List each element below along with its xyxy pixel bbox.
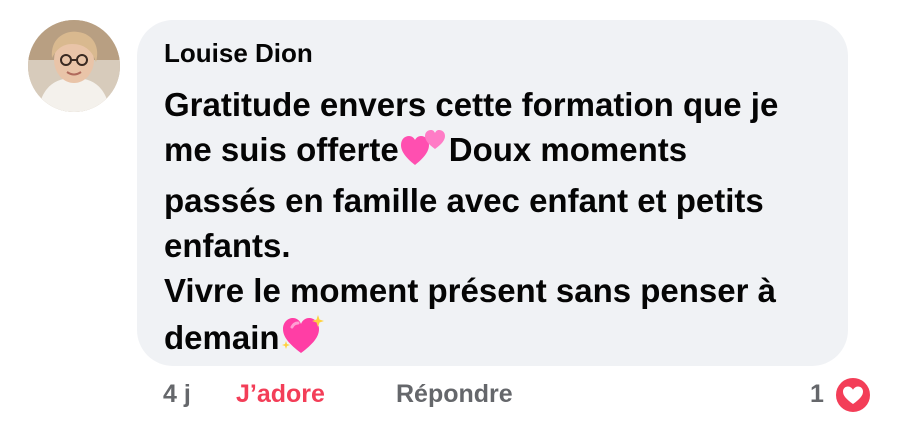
comment-line: me suis offerte Doux moments (164, 127, 834, 178)
comment-line: Gratitude envers cette formation que je (164, 86, 779, 123)
two-hearts-icon (399, 127, 449, 178)
love-reaction-button[interactable]: J’adore (236, 380, 325, 409)
comment-actions: 4 j J’adore Répondre 1 (0, 376, 900, 418)
comment-line: Vivre le moment présent sans penser à (164, 272, 776, 309)
love-heart-icon[interactable] (834, 376, 872, 414)
comment-line: passés en famille avec enfant et petits (164, 182, 764, 219)
avatar-photo (28, 20, 120, 112)
comment-timestamp[interactable]: 4 j (163, 380, 191, 409)
avatar[interactable] (28, 20, 120, 112)
comment-line: demain (164, 313, 834, 366)
comment-bubble: Louise Dion Gratitude envers cette forma… (137, 20, 848, 366)
sparkling-heart-icon (280, 313, 324, 366)
comment-line: enfants. (164, 227, 291, 264)
reply-button[interactable]: Répondre (396, 380, 513, 409)
comment-text: Gratitude envers cette formation que je … (164, 82, 834, 366)
comment-author[interactable]: Louise Dion (164, 38, 313, 69)
reaction-count[interactable]: 1 (810, 380, 824, 409)
